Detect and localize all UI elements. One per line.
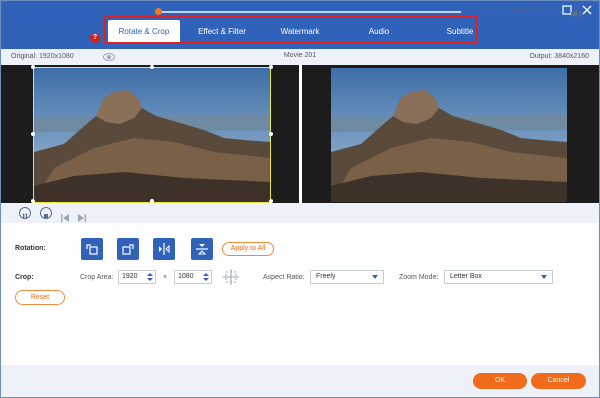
aspect-ratio-label: Aspect Ratio: bbox=[263, 274, 305, 281]
playback-time: 00:00:08.18/00:01:03.10 bbox=[481, 7, 557, 14]
rotate-right-button[interactable] bbox=[117, 238, 139, 260]
timeline-track[interactable] bbox=[109, 8, 461, 15]
info-bar: Original: 1920x1080 Movie 201 Output: 38… bbox=[1, 49, 599, 65]
pause-icon[interactable] bbox=[19, 207, 31, 219]
tabs-highlight-frame bbox=[104, 16, 478, 44]
zoom-mode-value: Letter Box bbox=[450, 273, 482, 280]
timeline-progress bbox=[109, 11, 159, 13]
crop-width-value: 1920 bbox=[122, 273, 138, 280]
volume-icon[interactable] bbox=[570, 6, 582, 19]
rotate-left-button[interactable] bbox=[81, 238, 103, 260]
crop-handle[interactable] bbox=[150, 65, 154, 69]
next-frame-icon[interactable] bbox=[77, 209, 86, 222]
stop-icon[interactable] bbox=[40, 207, 52, 219]
chevron-down-icon bbox=[541, 275, 547, 279]
playback-bar bbox=[1, 203, 599, 223]
center-crop-icon[interactable] bbox=[222, 268, 240, 286]
flip-vertical-button[interactable] bbox=[191, 238, 213, 260]
crop-handle[interactable] bbox=[31, 65, 35, 69]
crop-frame[interactable] bbox=[33, 67, 271, 203]
crop-handle[interactable] bbox=[31, 132, 35, 136]
timeline-knob[interactable] bbox=[154, 8, 162, 15]
crop-label: Crop: bbox=[15, 274, 34, 281]
ok-button[interactable]: OK bbox=[473, 373, 527, 389]
output-resolution: Output: 3840x2160 bbox=[529, 53, 589, 60]
apply-to-all-button[interactable]: Apply to All bbox=[222, 242, 274, 256]
crop-width-input[interactable]: 1920 bbox=[118, 270, 156, 284]
stepper-arrows-icon[interactable] bbox=[203, 272, 209, 282]
crop-handle[interactable] bbox=[269, 132, 273, 136]
crop-height-value: 1080 bbox=[178, 273, 194, 280]
crop-area-label: Crop Area: bbox=[80, 274, 114, 281]
crop-height-input[interactable]: 1080 bbox=[174, 270, 212, 284]
zoom-mode-select[interactable]: Letter Box bbox=[444, 270, 553, 284]
aspect-ratio-select[interactable]: Freely bbox=[310, 270, 384, 284]
stepper-arrows-icon[interactable] bbox=[147, 272, 153, 282]
crop-handle[interactable] bbox=[269, 65, 273, 69]
chevron-down-icon bbox=[372, 275, 378, 279]
previous-frame-icon[interactable] bbox=[61, 209, 70, 222]
help-badge: ? bbox=[90, 33, 100, 43]
rotation-label: Rotation: bbox=[15, 245, 46, 252]
video-editor-window: Rotate & Crop Effect & Filter Watermark … bbox=[0, 0, 600, 398]
output-preview-image bbox=[331, 68, 567, 202]
close-icon[interactable] bbox=[581, 4, 593, 16]
flip-horizontal-button[interactable] bbox=[153, 238, 175, 260]
zoom-mode-label: Zoom Mode: bbox=[399, 274, 439, 281]
times-sign: × bbox=[163, 274, 168, 281]
aspect-ratio-value: Freely bbox=[316, 273, 336, 280]
reset-button[interactable]: Reset bbox=[15, 290, 65, 305]
cancel-button[interactable]: Cancel bbox=[531, 373, 586, 389]
movie-title: Movie 201 bbox=[283, 52, 317, 59]
